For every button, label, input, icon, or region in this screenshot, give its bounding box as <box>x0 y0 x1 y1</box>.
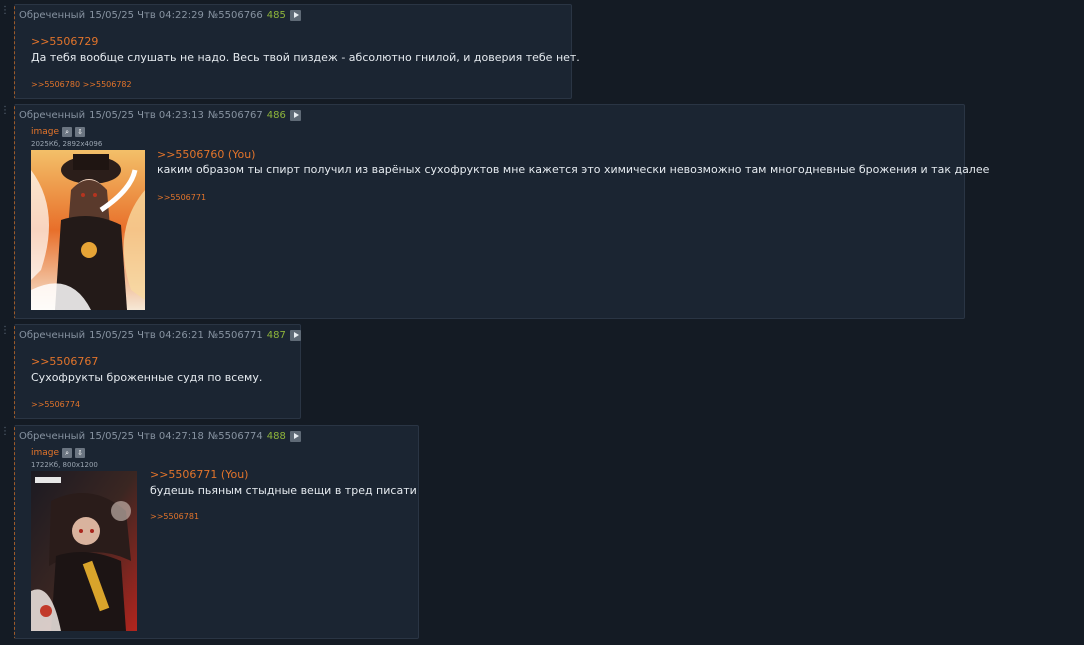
post-number: 485 <box>266 10 286 21</box>
download-icon[interactable]: ⇩ <box>75 448 86 458</box>
backrefs[interactable]: >>5506771 <box>157 193 206 202</box>
post-id[interactable]: №5506766 <box>208 10 263 21</box>
post-text: будешь пьяным стыдные вещи в тред писати <box>150 484 417 497</box>
post-text: Сухофрукты броженные судя по всему. <box>31 371 263 384</box>
post-header: Обреченный 15/05/25 Чтв 04:22:29 №550676… <box>19 10 301 21</box>
reply-link[interactable]: >>5506771 (You) <box>150 468 248 481</box>
post-id[interactable]: №5506771 <box>208 330 263 341</box>
image-thumbnail[interactable] <box>31 471 137 631</box>
backrefs[interactable]: >>5506780 >>5506782 <box>31 80 132 89</box>
post-collapse-dots[interactable]: ⋮ <box>0 6 12 16</box>
file-name-link[interactable]: image <box>31 127 59 137</box>
post-author: Обреченный <box>19 431 86 442</box>
magnify-icon[interactable]: ⌕ <box>62 127 73 137</box>
file-meta: 2025Кб, 2892x4096 <box>31 140 103 148</box>
post-date: 15/05/25 Чтв 04:27:18 <box>89 431 204 442</box>
post-text: каким образом ты спирт получил из варёны… <box>157 163 990 176</box>
reply-link[interactable]: >>5506767 <box>31 355 98 368</box>
post: Обреченный 15/05/25 Чтв 04:26:21 №550677… <box>14 324 301 419</box>
post-date: 15/05/25 Чтв 04:23:13 <box>89 110 204 121</box>
post: Обреченный 15/05/25 Чтв 04:27:18 №550677… <box>14 425 419 639</box>
reply-link[interactable]: >>5506729 <box>31 35 98 48</box>
post-id[interactable]: №5506767 <box>208 110 263 121</box>
post-date: 15/05/25 Чтв 04:26:21 <box>89 330 204 341</box>
file-info: image ⌕ ⇩ <box>31 127 86 137</box>
post-id[interactable]: №5506774 <box>208 431 263 442</box>
play-icon[interactable] <box>289 10 301 21</box>
play-icon[interactable] <box>289 110 301 121</box>
file-info: image ⌕ ⇩ <box>31 448 86 458</box>
image-thumbnail[interactable] <box>31 150 145 310</box>
play-icon[interactable] <box>289 431 301 442</box>
post: Обреченный 15/05/25 Чтв 04:22:29 №550676… <box>14 4 580 99</box>
post-collapse-dots[interactable]: ⋮ <box>0 326 12 336</box>
post-collapse-dots[interactable]: ⋮ <box>0 106 12 116</box>
post-date: 15/05/25 Чтв 04:22:29 <box>89 10 204 21</box>
file-meta: 1722Кб, 800x1200 <box>31 461 98 469</box>
magnify-icon[interactable]: ⌕ <box>62 448 73 458</box>
post-number: 488 <box>266 431 286 442</box>
post-number: 486 <box>266 110 286 121</box>
post-header: Обреченный 15/05/25 Чтв 04:23:13 №550676… <box>19 110 301 121</box>
post-number: 487 <box>266 330 286 341</box>
reply-link[interactable]: >>5506760 (You) <box>157 148 255 161</box>
post-header: Обреченный 15/05/25 Чтв 04:27:18 №550677… <box>19 431 301 442</box>
post-author: Обреченный <box>19 10 86 21</box>
play-icon[interactable] <box>289 330 301 341</box>
download-icon[interactable]: ⇩ <box>75 127 86 137</box>
backrefs[interactable]: >>5506781 <box>150 512 199 521</box>
post-text: Да тебя вообще слушать не надо. Весь тво… <box>31 51 580 64</box>
backrefs[interactable]: >>5506774 <box>31 400 80 409</box>
post-header: Обреченный 15/05/25 Чтв 04:26:21 №550677… <box>19 330 301 341</box>
file-name-link[interactable]: image <box>31 448 59 458</box>
post-collapse-dots[interactable]: ⋮ <box>0 427 12 437</box>
post: Обреченный 15/05/25 Чтв 04:23:13 №550676… <box>14 104 989 319</box>
post-author: Обреченный <box>19 330 86 341</box>
post-author: Обреченный <box>19 110 86 121</box>
